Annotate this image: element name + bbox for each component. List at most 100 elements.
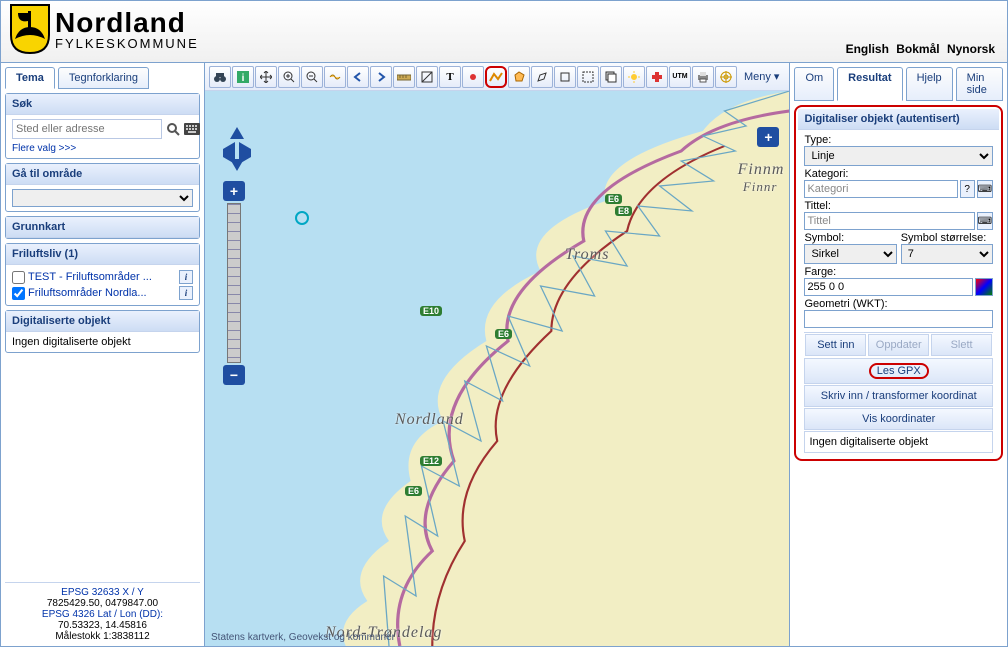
digitize-header: Digitaliser objekt (autentisert)	[798, 109, 999, 130]
layer-nordla-label[interactable]: Friluftsområder Nordla...	[28, 287, 176, 299]
tool-zoomout-icon[interactable]	[301, 66, 323, 88]
pan-right-button[interactable]	[239, 142, 259, 164]
tool-select-icon[interactable]	[577, 66, 599, 88]
tool-line-icon[interactable]	[485, 66, 507, 88]
crs1-value: 7825429.50, 0479847.00	[5, 598, 200, 609]
toolbar: i T UTM	[205, 63, 789, 91]
tool-pan-icon[interactable]	[255, 66, 277, 88]
read-gpx-highlight: Les GPX	[869, 363, 929, 379]
symbolsize-select[interactable]: 7	[901, 244, 993, 264]
title-input[interactable]	[804, 212, 974, 230]
tab-tegnforklaring[interactable]: Tegnforklaring	[58, 67, 149, 89]
goto-select[interactable]	[12, 189, 193, 207]
category-input[interactable]	[804, 180, 957, 198]
logo: Nordland FYLKESKOMMUNE	[9, 3, 199, 55]
road-e6-a: E6	[605, 194, 622, 204]
symbol-select[interactable]: Sirkel	[804, 244, 896, 264]
category-help-icon[interactable]: ?	[960, 180, 975, 198]
tab-minside[interactable]: Min side	[956, 67, 1003, 101]
lang-english[interactable]: English	[846, 42, 889, 56]
tab-om[interactable]: Om	[794, 67, 834, 101]
crs1-label: EPSG 32633 X / Y	[5, 587, 200, 598]
region-nordland: Nordland	[395, 411, 464, 429]
tool-rect-icon[interactable]	[554, 66, 576, 88]
road-e6-b: E6	[495, 329, 512, 339]
tool-extent-icon[interactable]	[324, 66, 346, 88]
color-input[interactable]	[804, 278, 973, 296]
insert-button[interactable]: Sett inn	[805, 334, 866, 356]
type-select[interactable]: Linje	[804, 146, 993, 166]
show-coord-button[interactable]: Vis koordinater	[804, 408, 993, 430]
tool-measure-area-icon[interactable]	[416, 66, 438, 88]
tool-print-icon[interactable]	[692, 66, 714, 88]
search-icon[interactable]	[166, 120, 180, 138]
layer-test-info-icon[interactable]: i	[179, 270, 193, 284]
tool-cross-icon[interactable]	[646, 66, 668, 88]
right-panel: Om Resultat Hjelp Min side Digitaliser o…	[790, 63, 1007, 646]
tab-resultat[interactable]: Resultat	[837, 67, 902, 101]
tool-layers-icon[interactable]	[600, 66, 622, 88]
tool-measure-line-icon[interactable]	[393, 66, 415, 88]
transform-coord-button[interactable]: Skriv inn / transformer koordinat	[804, 385, 993, 407]
zoom-bar: + −	[223, 181, 245, 385]
shield-icon	[9, 3, 51, 55]
region-troms: Troms	[565, 246, 609, 264]
title-keyboard-icon[interactable]: ⌨	[977, 212, 993, 230]
zoom-out-button[interactable]: −	[223, 365, 245, 385]
keyboard-icon[interactable]	[184, 120, 200, 138]
region-finnr: Finnr	[743, 179, 778, 195]
lang-bokmal[interactable]: Bokmål	[896, 42, 939, 56]
layer-test-checkbox[interactable]	[12, 271, 25, 284]
search-input[interactable]	[12, 119, 162, 139]
tab-hjelp[interactable]: Hjelp	[906, 67, 953, 101]
header: Nordland FYLKESKOMMUNE English Bokmål Ny…	[1, 1, 1007, 63]
road-e8: E8	[615, 206, 632, 216]
tool-text-icon[interactable]: T	[439, 66, 461, 88]
basemap-header[interactable]: Grunnkart	[6, 217, 199, 238]
read-gpx-button[interactable]: Les GPX	[804, 358, 993, 384]
zoom-in-topright[interactable]: +	[757, 127, 779, 147]
layer-nordla-checkbox[interactable]	[12, 287, 25, 300]
zoom-in-button[interactable]: +	[223, 181, 245, 201]
coord-readout: EPSG 32633 X / Y 7825429.50, 0479847.00 …	[5, 582, 200, 642]
tab-tema[interactable]: Tema	[5, 67, 55, 89]
tool-zoomin-icon[interactable]	[278, 66, 300, 88]
menu-button[interactable]: Meny ▾	[738, 70, 785, 83]
delete-button[interactable]: Slett	[931, 334, 992, 356]
tool-info-icon[interactable]: i	[232, 66, 254, 88]
tool-sun-icon[interactable]	[623, 66, 645, 88]
digitize-none: Ingen digitaliserte objekt	[804, 431, 993, 453]
goto-header: Gå til område	[6, 164, 199, 185]
search-more-link[interactable]: Flere valg >>>	[12, 143, 76, 154]
svg-text:i: i	[242, 73, 245, 83]
color-label: Farge:	[804, 266, 993, 278]
lang-nynorsk[interactable]: Nynorsk	[947, 42, 995, 56]
pan-up-button[interactable]	[230, 127, 244, 139]
scale-value: Målestokk 1:3838112	[5, 631, 200, 642]
road-e10: E10	[420, 306, 442, 316]
tool-polygon-icon[interactable]	[508, 66, 530, 88]
tool-point-icon[interactable]	[462, 66, 484, 88]
geometry-input[interactable]	[804, 310, 993, 328]
layer-test-label[interactable]: TEST - Friluftsområder ...	[28, 271, 176, 283]
friluftsliv-header[interactable]: Friluftsliv (1)	[6, 244, 199, 265]
tool-edit-icon[interactable]	[531, 66, 553, 88]
map-canvas[interactable]: Finnm Finnr Troms Nordland Nord-Trøndela…	[205, 91, 789, 646]
category-keyboard-icon[interactable]: ⌨	[977, 180, 993, 198]
layer-nordla-info-icon[interactable]: i	[179, 286, 193, 300]
symbol-label: Symbol:	[804, 232, 896, 244]
tool-target-icon[interactable]	[715, 66, 737, 88]
search-header: Søk	[6, 94, 199, 115]
tool-fwd-icon[interactable]	[370, 66, 392, 88]
color-picker-icon[interactable]	[975, 278, 993, 296]
nav-pad	[215, 127, 259, 171]
update-button[interactable]: Oppdater	[868, 334, 929, 356]
pan-left-button[interactable]	[215, 142, 235, 164]
tool-binoculars-icon[interactable]	[209, 66, 231, 88]
center-panel: i T UTM	[205, 63, 790, 646]
zoom-slider[interactable]	[227, 203, 241, 363]
tool-back-icon[interactable]	[347, 66, 369, 88]
digitalized-header[interactable]: Digitaliserte objekt	[6, 311, 199, 332]
category-label: Kategori:	[804, 168, 993, 180]
tool-utm-icon[interactable]: UTM	[669, 66, 691, 88]
